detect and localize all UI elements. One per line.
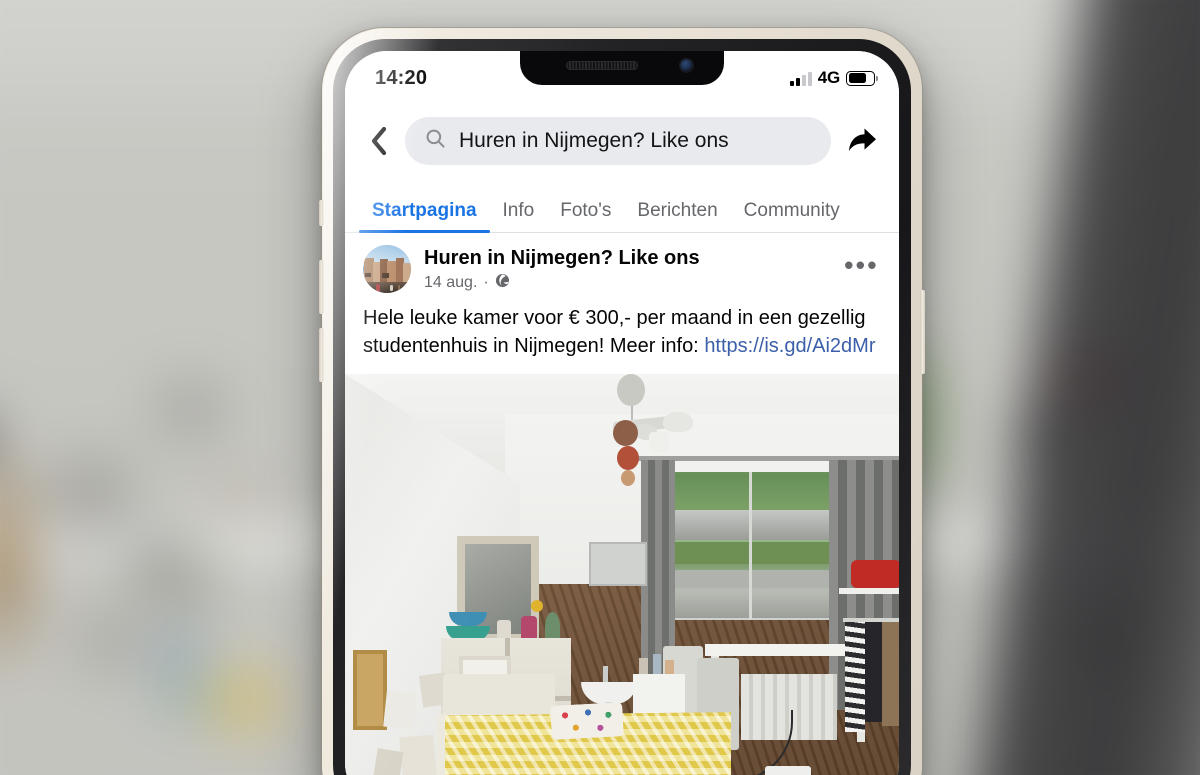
status-indicators: 4G <box>789 68 879 88</box>
post-subline: 14 aug. · <box>424 273 823 293</box>
feed-post: Huren in Nijmegen? Like ons 14 aug. · ••… <box>345 233 899 775</box>
navigation-bar: Huren in Nijmegen? Like ons <box>345 109 899 181</box>
status-bar: 14:20 4G <box>345 51 899 109</box>
tab-community[interactable]: Community <box>731 201 853 232</box>
screenshot-scene: 14:20 4G Huren in Nijmegen? Like ons Sta… <box>0 0 1200 775</box>
search-input[interactable]: Huren in Nijmegen? Like ons <box>405 117 831 165</box>
silent-switch[interactable] <box>319 200 324 226</box>
power-button[interactable] <box>920 290 925 374</box>
smartphone-device: 14:20 4G Huren in Nijmegen? Like ons Sta… <box>319 28 925 775</box>
tab-berichten[interactable]: Berichten <box>624 201 730 232</box>
post-more-options-button[interactable]: ••• <box>836 252 881 286</box>
phone-screen: 14:20 4G Huren in Nijmegen? Like ons Sta… <box>345 51 899 775</box>
avatar[interactable] <box>363 245 411 293</box>
globe-public-icon <box>495 273 510 293</box>
post-text: Hele leuke kamer voor € 300,- per maand … <box>345 299 899 374</box>
front-camera-icon <box>679 58 694 73</box>
tab-startpagina[interactable]: Startpagina <box>359 201 490 233</box>
post-date: 14 aug. <box>424 273 478 291</box>
network-type-label: 4G <box>817 68 840 87</box>
search-icon <box>425 128 446 154</box>
post-separator: · <box>483 273 489 291</box>
volume-down-button[interactable] <box>319 328 324 382</box>
speaker-grille-icon <box>566 61 638 70</box>
signal-strength-icon <box>789 71 812 86</box>
post-link[interactable]: https://is.gd/Ai2dMr <box>704 335 875 357</box>
post-header: Huren in Nijmegen? Like ons 14 aug. · ••… <box>345 233 899 299</box>
post-meta: Huren in Nijmegen? Like ons 14 aug. · <box>424 246 823 293</box>
battery-icon <box>846 70 879 86</box>
post-photo[interactable] <box>345 374 899 775</box>
page-tabs: Startpagina Info Foto's Berichten Commun… <box>345 181 899 233</box>
volume-up-button[interactable] <box>319 260 324 314</box>
search-input-value: Huren in Nijmegen? Like ons <box>459 129 729 152</box>
back-button[interactable] <box>365 124 391 158</box>
tab-fotos[interactable]: Foto's <box>547 201 624 232</box>
share-arrow-icon[interactable] <box>845 124 879 158</box>
page-name[interactable]: Huren in Nijmegen? Like ons <box>424 246 823 271</box>
status-clock: 14:20 <box>375 67 428 89</box>
tab-info[interactable]: Info <box>490 201 548 232</box>
display-notch <box>520 51 724 85</box>
